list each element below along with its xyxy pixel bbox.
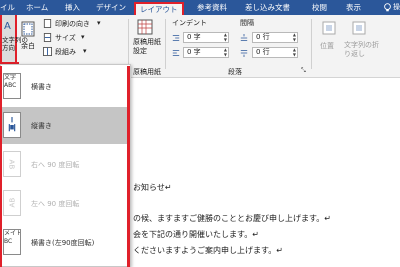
menu-item-label: 横書き(左90度回転) xyxy=(31,239,95,247)
spacing-after-input[interactable]: 0 行 ▲ ▼ xyxy=(252,47,298,58)
doc-line-3: 会を下記の通り開催いたします。↵ xyxy=(133,230,259,239)
spinner-arrows-icon[interactable]: ▲ ▼ xyxy=(224,47,227,57)
tab-insert[interactable]: 挿入 xyxy=(65,0,80,15)
position-button[interactable]: 位置 xyxy=(320,41,334,51)
manuscript-settings-button[interactable]: 原稿用紙 設定 xyxy=(133,38,161,56)
menu-item-label: 左へ 90 度回転 xyxy=(31,200,80,208)
divider xyxy=(128,19,129,69)
indent-left-value: 0 字 xyxy=(187,33,201,41)
rotate-left-icon: AB xyxy=(3,190,21,216)
thumb-label: 文字 ABC xyxy=(4,74,17,89)
menu-item-label: 横書き xyxy=(31,83,52,91)
spacing-before-value: 0 行 xyxy=(256,33,270,41)
orientation-button[interactable]: 印刷の向き xyxy=(55,19,90,29)
chevron-down-icon[interactable]: ▾ xyxy=(83,47,87,55)
indent-right-input[interactable]: 0 字 ▲ ▼ xyxy=(183,47,229,58)
svg-text:A: A xyxy=(4,21,11,32)
text-direction-icon: A xyxy=(4,21,11,32)
tab-review[interactable]: 校閲 xyxy=(312,0,327,15)
vertical-text-icon xyxy=(3,112,21,138)
tab-references[interactable]: 参考資料 xyxy=(197,0,227,15)
menu-item-rotate-right: AB 右へ 90 度回転 xyxy=(1,146,130,183)
spacing-before-input[interactable]: 0 行 ▲ ▼ xyxy=(252,32,298,43)
orientation-icon xyxy=(43,19,52,28)
tab-mailings[interactable]: 差し込み文書 xyxy=(245,0,290,15)
margins-button[interactable]: 余白 xyxy=(21,41,35,51)
highlight-marker xyxy=(127,66,130,267)
menu-item-horizontal-rotated[interactable]: メイト BC 横書き(左90度回転) xyxy=(1,224,130,261)
columns-icon xyxy=(43,47,52,56)
spinner-arrows-icon[interactable]: ▲ ▼ xyxy=(224,32,227,42)
chevron-down-icon[interactable]: ▾ xyxy=(97,19,101,27)
lightbulb-icon[interactable] xyxy=(383,3,392,12)
wrap-text-button[interactable]: 文字列の折 り返し xyxy=(344,41,379,59)
tab-design[interactable]: デザイン xyxy=(96,0,126,15)
ribbon-tab-bar: イル ホーム 挿入 デザイン レイアウト 参考資料 差し込み文書 校閲 表示 操 xyxy=(0,0,400,15)
margins-icon xyxy=(21,21,35,37)
tab-view[interactable]: 表示 xyxy=(346,0,361,15)
doc-line-2: の候、ますますご健勝のこととお慶び申し上げます。↵ xyxy=(133,214,331,223)
menu-item-label: 右へ 90 度回転 xyxy=(31,161,80,169)
menu-item-rotate-left: AB 左へ 90 度回転 xyxy=(1,185,130,222)
size-button[interactable]: サイズ xyxy=(55,33,76,43)
dialog-launcher-icon[interactable]: ⤡ xyxy=(301,67,306,75)
doc-line-4: くださいますようご案内申し上げます。↵ xyxy=(133,246,283,255)
spacing-label: 間隔 xyxy=(240,19,254,27)
tell-me-label[interactable]: 操 xyxy=(393,0,400,15)
tab-layout[interactable]: レイアウト xyxy=(134,2,184,15)
indent-right-icon xyxy=(172,50,180,56)
tab-home[interactable]: ホーム xyxy=(26,0,48,15)
indent-right-value: 0 字 xyxy=(187,48,201,56)
rotate-right-icon: AB xyxy=(3,151,21,177)
indent-left-icon xyxy=(172,35,180,41)
divider xyxy=(311,19,312,69)
tab-file[interactable]: イル xyxy=(0,0,15,15)
text-direction-menu: 文字 ABC 横書き 縦書き AB 右へ 90 度回転 AB 左へ 90 度回転… xyxy=(0,64,131,267)
spacing-before-icon xyxy=(240,34,248,41)
spacing-after-value: 0 行 xyxy=(256,48,270,56)
svg-text:AB: AB xyxy=(8,198,17,208)
spinner-arrows-icon[interactable]: ▲ ▼ xyxy=(293,47,296,57)
horizontal-text-icon: 文字 ABC xyxy=(3,73,21,99)
doc-line-1: お知らせ↵ xyxy=(133,183,172,192)
menu-item-vertical[interactable]: 縦書き xyxy=(1,107,130,144)
wrap-text-icon xyxy=(352,21,366,35)
chevron-down-icon[interactable]: ▾ xyxy=(81,33,85,41)
divider xyxy=(165,19,166,69)
columns-button[interactable]: 段組み xyxy=(55,47,76,57)
size-icon xyxy=(43,33,52,42)
spinner-arrows-icon[interactable]: ▲ ▼ xyxy=(293,32,296,42)
indent-left-input[interactable]: 0 字 ▲ ▼ xyxy=(183,32,229,43)
thumb-label: メイト BC xyxy=(4,230,21,245)
position-icon xyxy=(322,21,336,35)
manuscript-group-label: 原稿用紙 xyxy=(133,68,161,76)
indent-label: インデント xyxy=(172,19,207,27)
menu-item-horizontal[interactable]: 文字 ABC 横書き xyxy=(1,68,130,105)
spacing-after-icon xyxy=(240,50,248,57)
highlight-marker xyxy=(0,66,2,267)
manuscript-paper-icon xyxy=(137,19,153,35)
menu-item-label: 縦書き xyxy=(31,122,52,130)
text-direction-button[interactable]: A 文字列の 方向 xyxy=(0,15,28,64)
horizontal-rotated-text-icon: メイト BC xyxy=(3,229,21,255)
paragraph-group-label: 段落 xyxy=(228,68,242,76)
svg-text:AB: AB xyxy=(7,160,16,170)
